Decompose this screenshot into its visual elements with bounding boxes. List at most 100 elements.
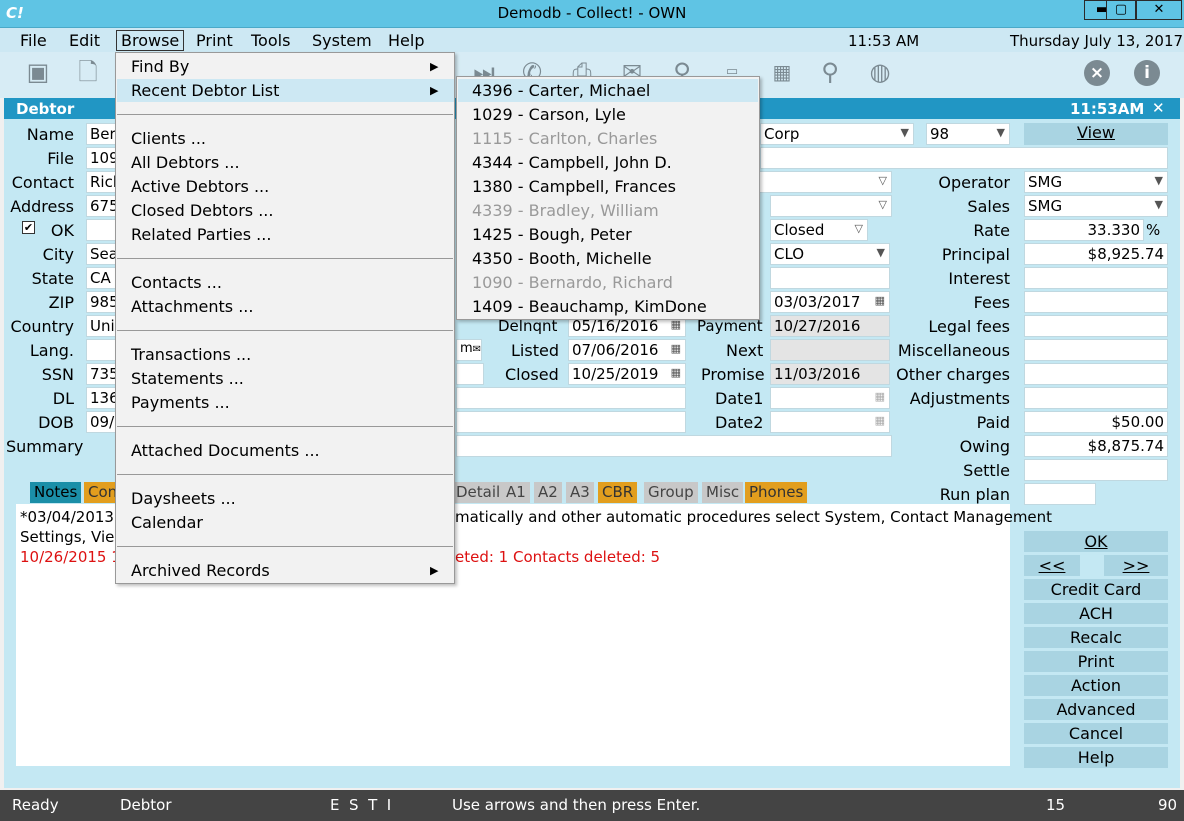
- miscellaneous-field[interactable]: [1024, 339, 1168, 361]
- class-select[interactable]: CLO ▼: [770, 243, 890, 265]
- legal-fees-field[interactable]: [1024, 315, 1168, 337]
- client-select[interactable]: Corp ▼: [760, 123, 914, 145]
- save-icon[interactable]: ▣: [24, 58, 52, 86]
- settle-field[interactable]: [1024, 459, 1168, 481]
- calendar-icon[interactable]: ▦: [671, 342, 681, 355]
- close-circle-icon[interactable]: ×: [1084, 60, 1110, 86]
- address-type-select[interactable]: ▽: [770, 195, 892, 217]
- closed-date-field[interactable]: 10/25/2019 ▦: [568, 363, 686, 385]
- status-select[interactable]: Closed ▽: [770, 219, 868, 241]
- help-button[interactable]: Help: [1024, 747, 1168, 768]
- recent-debtor-item[interactable]: 4339 - Bradley, William: [472, 201, 659, 220]
- ok-checkbox[interactable]: ✔: [22, 221, 35, 234]
- summary-field[interactable]: [456, 435, 892, 457]
- globe-icon[interactable]: ◍: [866, 58, 894, 86]
- menu-edit[interactable]: Edit: [69, 31, 100, 50]
- promise-date-field[interactable]: 11/03/2016: [770, 363, 890, 385]
- menu-item-active-debtors[interactable]: Active Debtors ...: [131, 177, 269, 196]
- ok-button[interactable]: OK: [1024, 531, 1168, 552]
- date1-field[interactable]: ▦: [770, 387, 890, 409]
- listed-date-field[interactable]: 07/06/2016 ▦: [568, 339, 686, 361]
- principal-field[interactable]: $8,925.74: [1024, 243, 1168, 265]
- operator-select[interactable]: SMG ▼: [1024, 171, 1168, 193]
- next-date-field[interactable]: [770, 339, 890, 361]
- recent-debtor-item[interactable]: 1115 - Carlton, Charles: [472, 129, 657, 148]
- client-number-select[interactable]: 98 ▼: [926, 123, 1010, 145]
- menu-item-recent-debtor-list[interactable]: Recent Debtor List: [131, 81, 279, 100]
- recent-debtor-item[interactable]: 4350 - Booth, Michelle: [472, 249, 652, 268]
- recent-debtor-item[interactable]: 1090 - Bernardo, Richard: [472, 273, 673, 292]
- file-description-field[interactable]: [760, 147, 1168, 169]
- calendar-icon[interactable]: ▦: [768, 58, 796, 86]
- tab-notes[interactable]: Notes: [30, 482, 82, 503]
- previous-button[interactable]: <<: [1024, 555, 1080, 576]
- menu-item-attachments[interactable]: Attachments ...: [131, 297, 253, 316]
- maximize-button[interactable]: ▢: [1106, 0, 1136, 20]
- tab-cbr[interactable]: CBR: [598, 482, 638, 503]
- ach-button[interactable]: ACH: [1024, 603, 1168, 624]
- menu-help[interactable]: Help: [388, 31, 424, 50]
- tab-phones[interactable]: Phones: [745, 482, 808, 503]
- other-charges-field[interactable]: [1024, 363, 1168, 385]
- menu-item-statements[interactable]: Statements ...: [131, 369, 244, 388]
- email-field[interactable]: m✉: [456, 339, 482, 361]
- search-magnifier-icon[interactable]: ⚲: [816, 58, 844, 86]
- mid-field-2[interactable]: [456, 363, 484, 385]
- tab-a1[interactable]: A1: [502, 482, 530, 503]
- menu-item-all-debtors[interactable]: All Debtors ...: [131, 153, 240, 172]
- menu-browse[interactable]: Browse: [116, 30, 185, 51]
- owing-field[interactable]: $8,875.74: [1024, 435, 1168, 457]
- menu-print[interactable]: Print: [196, 31, 233, 50]
- menu-item-calendar[interactable]: Calendar: [131, 513, 203, 532]
- menu-item-contacts[interactable]: Contacts ...: [131, 273, 222, 292]
- tab-a2[interactable]: A2: [534, 482, 562, 503]
- dl-extra-field[interactable]: [456, 387, 686, 409]
- menu-tools[interactable]: Tools: [251, 31, 290, 50]
- action-button[interactable]: Action: [1024, 675, 1168, 696]
- debtor-window-close-button[interactable]: ✕: [1152, 99, 1165, 117]
- menu-item-transactions[interactable]: Transactions ...: [131, 345, 251, 364]
- recalc-button[interactable]: Recalc: [1024, 627, 1168, 648]
- paid-field[interactable]: $50.00: [1024, 411, 1168, 433]
- recent-debtor-item[interactable]: 1425 - Bough, Peter: [472, 225, 632, 244]
- menu-system[interactable]: System: [312, 31, 372, 50]
- menu-item-daysheets[interactable]: Daysheets ...: [131, 489, 236, 508]
- menu-item-attached-documents[interactable]: Attached Documents ...: [131, 441, 320, 460]
- tab-detail[interactable]: Detail: [452, 482, 505, 503]
- recent-debtor-item[interactable]: 1409 - Beauchamp, KimDone: [472, 297, 707, 316]
- credit-card-button[interactable]: Credit Card: [1024, 579, 1168, 600]
- tab-contacts[interactable]: Con: [84, 482, 116, 503]
- tab-a3[interactable]: A3: [566, 482, 594, 503]
- tab-misc[interactable]: Misc: [702, 482, 744, 503]
- recent-debtor-item[interactable]: 4396 - Carter, Michael: [472, 81, 650, 100]
- interest-field[interactable]: [1024, 267, 1168, 289]
- tab-group[interactable]: Group: [644, 482, 698, 503]
- menu-item-find-by[interactable]: Find By: [131, 57, 189, 76]
- cancel-button[interactable]: Cancel: [1024, 723, 1168, 744]
- menu-item-related-parties[interactable]: Related Parties ...: [131, 225, 271, 244]
- dob-extra-field[interactable]: [456, 411, 686, 433]
- new-file-icon[interactable]: 🗋: [74, 58, 102, 86]
- sales-select[interactable]: SMG ▼: [1024, 195, 1168, 217]
- rate-field[interactable]: 33.330: [1024, 219, 1144, 241]
- next-button[interactable]: >>: [1104, 555, 1168, 576]
- fees-field[interactable]: [1024, 291, 1168, 313]
- recent-debtor-item[interactable]: 4344 - Campbell, John D.: [472, 153, 672, 172]
- run-plan-field[interactable]: [1024, 483, 1096, 505]
- recent-debtor-item[interactable]: 1029 - Carson, Lyle: [472, 105, 626, 124]
- date2-field[interactable]: ▦: [770, 411, 890, 433]
- info-icon[interactable]: i: [1134, 60, 1160, 86]
- received-date-field[interactable]: 03/03/2017 ▦: [770, 291, 890, 313]
- calendar-icon[interactable]: ▦: [671, 366, 681, 379]
- menu-item-payments[interactable]: Payments ...: [131, 393, 230, 412]
- payment-date-field[interactable]: 10/27/2016: [770, 315, 890, 337]
- view-button[interactable]: View: [1024, 123, 1168, 145]
- menu-file[interactable]: File: [20, 31, 47, 50]
- close-window-button[interactable]: ✕: [1136, 0, 1182, 20]
- advanced-button[interactable]: Advanced: [1024, 699, 1168, 720]
- menu-item-archived-records[interactable]: Archived Records: [131, 561, 270, 580]
- mid-field-1[interactable]: [770, 267, 890, 289]
- adjustments-field[interactable]: [1024, 387, 1168, 409]
- print-button[interactable]: Print: [1024, 651, 1168, 672]
- menu-item-clients[interactable]: Clients ...: [131, 129, 206, 148]
